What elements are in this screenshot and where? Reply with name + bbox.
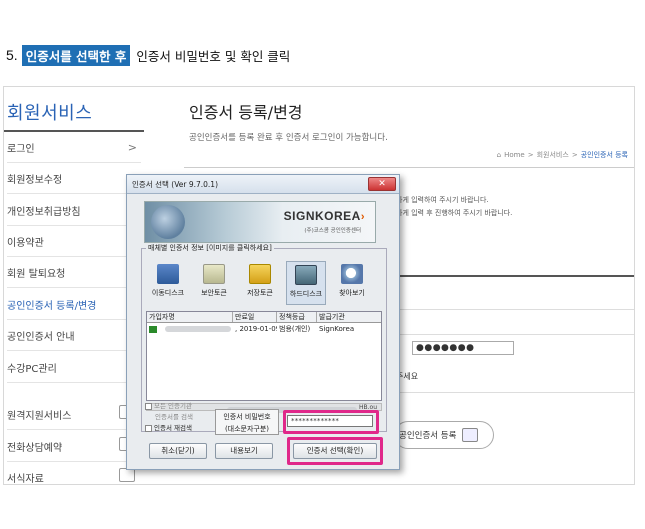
site-password-input[interactable]: ●●●●●●● xyxy=(412,341,514,355)
sidebar-item-label: 개인정보취급방침 xyxy=(7,206,81,218)
option-search-label: 인증서를 검색 xyxy=(155,413,193,421)
confirm-highlight-box xyxy=(287,437,383,465)
sidebar-item-pc-manage[interactable]: 수강PC관리 xyxy=(7,352,141,383)
sidebar-item-withdraw[interactable]: 회원 탈퇴요청 xyxy=(7,257,141,288)
cell-issuer: SignKorea xyxy=(319,325,355,333)
breadcrumb: ⌂ Home > 회원서비스 > 공인인증서 등록 xyxy=(497,150,628,160)
sidebar-item-label: 수강PC관리 xyxy=(7,363,57,375)
cert-table: 가입자명 만료일 정책등급 발급기관 , 2019-01-09 범용(개인) S… xyxy=(146,311,382,401)
breadcrumb-home[interactable]: Home xyxy=(504,151,525,159)
media-label: 찾아보기 xyxy=(339,289,365,297)
media-label: 이동디스크 xyxy=(151,289,185,297)
cell-policy: 범용(개인) xyxy=(279,325,311,333)
home-icon: ⌂ xyxy=(496,151,502,159)
media-usb-drive[interactable]: 이동디스크 xyxy=(148,261,188,305)
sidebar-title: 회원서비스 xyxy=(7,103,93,124)
sidebar-item-label: 서식자료 xyxy=(7,474,44,485)
breadcrumb-separator: > xyxy=(571,151,578,159)
form-divider xyxy=(394,275,634,277)
sidebar-item-label: 전화상담예약 xyxy=(7,442,63,454)
media-label: 하드디스크 xyxy=(289,290,323,298)
sidebar-item-label: 로그인 xyxy=(7,143,35,155)
sidebar-item-remote-support[interactable]: 원격지원서비스 xyxy=(7,399,141,430)
sidebar-item-label: 공인인증서 등록/변경 xyxy=(7,300,97,312)
media-browse[interactable]: 찾아보기 xyxy=(332,261,372,305)
breadcrumb-separator: > xyxy=(527,151,534,159)
chevron-right-icon: > xyxy=(127,141,137,154)
dialog-title: 인증서 선택 (Ver 9.7.0.1) xyxy=(132,180,218,189)
form-row-line xyxy=(394,309,634,310)
password-label-text: 인증서 비밀번호 xyxy=(223,413,271,421)
brand-logo: SIGNKOREA› xyxy=(283,209,365,223)
browse-icon xyxy=(341,264,363,284)
password-hint: (대소문자구분) xyxy=(224,425,270,433)
sidebar-item-cert-guide[interactable]: 공인인증서 안내 xyxy=(7,320,141,351)
view-details-button[interactable]: 내용보기 xyxy=(215,443,273,459)
signkorea-banner: SIGNKOREA› (주)코스콤 공인인증센터 xyxy=(144,201,376,243)
page-description: 공인인증서를 등록 완료 후 인증서 로그인이 가능합니다. xyxy=(189,133,388,143)
group-label: 매체별 인증서 정보 [이미지를 클릭하세요] xyxy=(146,243,274,253)
form-row-line xyxy=(394,392,634,393)
sidebar-item-forms[interactable]: 서식자료 xyxy=(7,462,141,485)
sidebar-item-privacy[interactable]: 개인정보취급방침 xyxy=(7,195,141,226)
checkbox-icon xyxy=(145,424,152,432)
hard-disk-icon xyxy=(295,265,317,285)
instruction-text-1: 하게 입력하여 주시기 바랍니다. xyxy=(396,196,489,204)
sidebar-item-login[interactable]: 로그인 > xyxy=(7,132,141,163)
brand-subtitle: (주)코스콤 공인인증센터 xyxy=(304,228,361,234)
col-policy[interactable]: 정책등급 xyxy=(277,312,317,322)
breadcrumb-current: 공인인증서 등록 xyxy=(580,151,628,159)
sidebar-item-edit-profile[interactable]: 회원정보수정 xyxy=(7,163,141,194)
option-all-ca[interactable]: 모든 인증기관 xyxy=(145,401,211,412)
sidebar-item-label: 회원정보수정 xyxy=(7,174,63,186)
certificate-icon xyxy=(149,325,157,333)
sidebar-item-label: 회원 탈퇴요청 xyxy=(7,268,66,280)
dialog-titlebar[interactable]: 인증서 선택 (Ver 9.7.0.1) ✕ xyxy=(127,175,399,194)
table-row[interactable]: , 2019-01-09 범용(개인) SignKorea xyxy=(147,323,381,335)
media-security-token[interactable]: 보안토큰 xyxy=(194,261,234,305)
register-cert-label: 공인인증서 등록 xyxy=(399,431,457,441)
storage-token-icon xyxy=(249,264,271,284)
sidebar-item-cert-register[interactable]: 공인인증서 등록/변경 xyxy=(7,289,141,320)
password-highlight-box xyxy=(283,410,379,434)
close-icon[interactable]: ✕ xyxy=(368,177,396,191)
cancel-button[interactable]: 취소(닫기) xyxy=(149,443,207,459)
option-research[interactable]: 인증서 재검색 xyxy=(145,423,211,434)
step-highlight: 인증서를 선택한 후 xyxy=(21,44,131,66)
breadcrumb-member[interactable]: 회원서비스 xyxy=(537,150,569,160)
document-icon xyxy=(119,468,135,482)
sidebar-item-terms[interactable]: 이용약관 xyxy=(7,226,141,257)
col-subscriber[interactable]: 가입자명 xyxy=(147,312,233,322)
step-number: 5. xyxy=(6,47,18,63)
media-label: 저장토큰 xyxy=(247,289,273,297)
sidebar-item-label: 원격지원서비스 xyxy=(7,410,72,422)
sidebar-item-label: 공인인증서 안내 xyxy=(7,331,75,343)
media-storage-token[interactable]: 저장토큰 xyxy=(240,261,280,305)
security-token-icon xyxy=(203,264,225,284)
page-title: 인증서 등록/변경 xyxy=(189,103,303,122)
form-row-line xyxy=(394,334,634,335)
checkbox-icon xyxy=(145,402,152,410)
step-heading: 5. 인증서를 선택한 후 인증서 비밀번호 및 확인 클릭 xyxy=(6,44,290,66)
divider xyxy=(184,167,634,168)
col-expiry[interactable]: 만료일 xyxy=(233,312,277,322)
usb-drive-icon xyxy=(157,264,179,284)
register-cert-button[interactable]: 공인인증서 등록 xyxy=(394,421,494,449)
cell-expiry: , 2019-01-09 xyxy=(235,325,277,333)
password-label: 인증서 비밀번호 (대소문자구분) xyxy=(215,409,279,435)
col-issuer[interactable]: 발급기관 xyxy=(317,312,381,322)
instruction-text-2: 하게 입력 후 진행하여 주시기 바랍니다. xyxy=(396,209,513,217)
media-label: 보안토큰 xyxy=(201,289,227,297)
sidebar-item-label: 이용약관 xyxy=(7,237,44,249)
certificate-icon xyxy=(462,428,479,442)
redacted-name xyxy=(165,326,231,332)
search-options: 모든 인증기관 인증서를 검색 인증서 재검색 xyxy=(145,401,211,434)
step-text: 인증서 비밀번호 및 확인 클릭 xyxy=(136,48,291,64)
sidebar-item-phone-booking[interactable]: 전화상담예약 xyxy=(7,431,141,462)
cert-select-dialog: 인증서 선택 (Ver 9.7.0.1) ✕ SIGNKOREA› (주)코스콤… xyxy=(126,174,400,470)
table-header: 가입자명 만료일 정책등급 발급기관 xyxy=(147,312,381,323)
globe-icon xyxy=(151,205,185,239)
media-hard-disk[interactable]: 하드디스크 xyxy=(286,261,326,305)
sidebar: 회원서비스 로그인 > 회원정보수정 개인정보취급방침 이용약관 회원 탈퇴요청… xyxy=(4,87,144,484)
